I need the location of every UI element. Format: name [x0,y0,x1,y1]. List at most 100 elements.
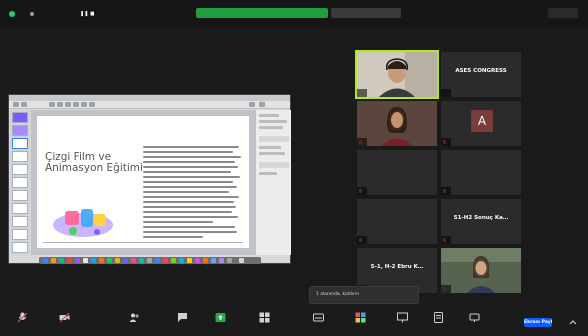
participant-tile-speaking[interactable] [355,50,439,99]
participant-tile[interactable]: A [441,101,521,146]
shared-screen: Çizgi Film ve Animasyon Eğitimi [8,94,291,264]
captions-button[interactable] [300,310,336,334]
toolbar-table-icon[interactable] [57,102,63,107]
dock-app-icon[interactable] [211,258,216,263]
page-thumbnail-list[interactable] [10,110,30,255]
dock-app-icon[interactable] [123,258,128,263]
dock-app-icon[interactable] [115,258,120,263]
toolbar-text-icon[interactable] [73,102,79,107]
toolbar-format-icon[interactable] [249,102,255,107]
page-footer-rule [43,242,243,243]
share-screen-icon [215,313,226,322]
page-thumbnail[interactable] [12,216,28,227]
apps-button[interactable] [342,310,378,334]
app-toolbar [9,101,290,109]
document-page[interactable]: Çizgi Film ve Animasyon Eğitimi [37,116,249,248]
dock-app-icon[interactable] [99,258,104,263]
mute-button[interactable] [4,310,40,334]
dock-app-icon[interactable] [203,258,208,263]
security-shield-icon[interactable] [9,11,15,17]
dock-app-icon[interactable] [195,258,200,263]
meeting-top-bar: ❚❚ ■ [0,0,588,28]
participant-tile[interactable]: ASES CONGRESS [441,52,521,97]
page-thumbnail[interactable] [12,177,28,188]
page-thumbnail[interactable] [12,242,28,253]
chat-notification[interactable]: 1 alanında, kaldırın [309,286,419,304]
page-thumbnail[interactable] [12,203,28,214]
toolbar-media-icon[interactable] [89,102,95,107]
participant-display-name: S-1, H-2 Ebru K… [370,264,424,270]
participant-tile[interactable] [441,248,521,293]
page-thumbnail[interactable] [12,151,28,162]
pause-recording-icon[interactable]: ❚❚ ■ [80,9,94,19]
participant-name [357,89,367,97]
microphone-icon [17,312,28,323]
dock-app-icon[interactable] [171,258,176,263]
chevron-up-icon[interactable] [568,318,578,328]
toolbar-view-icon[interactable] [13,102,19,107]
share-screen-button[interactable] [202,310,238,334]
participants-button[interactable] [116,310,152,334]
more-icon [469,313,480,322]
captions-icon [313,313,324,322]
whiteboard-button[interactable] [384,310,420,334]
dock-app-icon[interactable] [163,258,168,263]
notes-button[interactable] [420,310,456,334]
view-toggle[interactable] [331,8,401,18]
recording-banner[interactable] [196,8,328,18]
participant-tile[interactable] [357,150,437,195]
dock-app-icon[interactable] [59,258,64,263]
toolbar-document-icon[interactable] [259,102,265,107]
participant-tile[interactable] [357,101,437,146]
breakout-rooms-button[interactable] [246,310,282,334]
start-video-button[interactable] [46,310,82,334]
toolbar-zoom-icon[interactable] [21,102,27,107]
dock-app-icon[interactable] [219,258,224,263]
breakout-icon [259,312,270,323]
page-thumbnail[interactable] [12,138,28,149]
participant-name [357,187,367,195]
document-canvas[interactable]: Çizgi Film ve Animasyon Eğitimi [31,110,255,255]
toolbar-insert-icon[interactable] [49,102,55,107]
participant-name [441,187,451,195]
dock-app-icon[interactable] [155,258,160,263]
dock-app-icon[interactable] [147,258,152,263]
page-thumbnail[interactable] [12,229,28,240]
dock-app-icon[interactable] [187,258,192,263]
dock-finder-icon[interactable] [43,258,48,263]
chat-icon [178,313,187,322]
page-thumbnail[interactable] [12,164,28,175]
dock-app-icon[interactable] [51,258,56,263]
fullscreen-button[interactable] [548,8,578,18]
fullscreen-label [551,8,577,18]
dock-app-icon[interactable] [91,258,96,263]
dock-trash-icon[interactable] [239,258,244,263]
toolbar-chart-icon[interactable] [65,102,71,107]
toolbar-shape-icon[interactable] [81,102,87,107]
more-button[interactable] [456,310,492,334]
dock-app-icon[interactable] [227,258,232,263]
page-thumbnail[interactable] [12,125,28,136]
dock-app-icon[interactable] [139,258,144,263]
dock-app-icon[interactable] [67,258,72,263]
dock-app-icon[interactable] [179,258,184,263]
page-thumbnail[interactable] [12,112,28,123]
notes-icon [434,312,443,323]
participant-tile[interactable]: S1-H2 Sonuç Ka… [441,199,521,244]
dock-app-icon[interactable] [75,258,80,263]
dock-app-icon[interactable] [131,258,136,263]
chat-button[interactable] [164,310,200,334]
participant-tile[interactable] [357,199,437,244]
dock-app-icon[interactable] [107,258,112,263]
meeting-controls-bar: Ekranı Paylaş [0,308,588,336]
participants-icon [129,313,139,322]
format-inspector[interactable] [255,110,291,255]
participant-tile[interactable] [441,150,521,195]
participant-name [357,138,367,146]
info-icon[interactable] [30,12,34,16]
cartoon-illustration [53,209,113,237]
page-thumbnail[interactable] [12,190,28,201]
meeting-id-label [37,9,71,19]
dock-app-icon[interactable] [83,258,88,263]
share-screen-primary-button[interactable]: Ekranı Paylaş [524,318,552,327]
